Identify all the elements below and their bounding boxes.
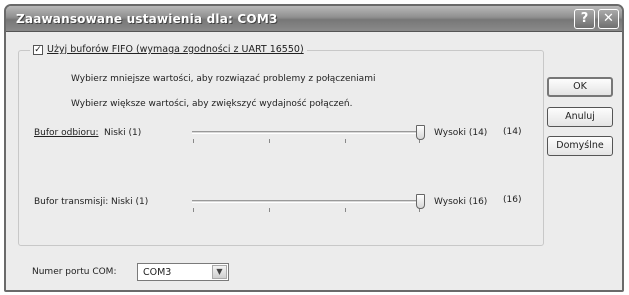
receive-tick: [269, 139, 270, 143]
title-bar[interactable]: Zaawansowane ustawienia dla: COM3 ? ✕: [6, 6, 622, 32]
fifo-checkbox-label[interactable]: Użyj buforów FIFO (wymaga zgodności z UA…: [47, 44, 304, 55]
receive-tick: [345, 139, 346, 143]
hint-lower-values: Wybierz mniejsze wartości, aby rozwiązać…: [71, 74, 376, 84]
receive-value: (14): [503, 127, 522, 137]
transmit-buffer-label: Bufor transmisji:: [34, 197, 109, 207]
help-icon: ?: [580, 11, 589, 26]
ok-button[interactable]: OK: [547, 77, 613, 97]
chevron-down-icon[interactable]: ▼: [212, 265, 227, 279]
com-port-value: COM3: [143, 267, 172, 278]
transmit-tick: [269, 208, 270, 212]
receive-slider-track[interactable]: [192, 131, 420, 134]
defaults-button[interactable]: Domyślne: [547, 136, 613, 156]
receive-min-label: Niski (1): [104, 128, 142, 138]
dialog-client: ✓ Użyj buforów FIFO (wymaga zgodności z …: [6, 32, 622, 290]
transmit-min-label: Niski (1): [111, 197, 149, 207]
fifo-checkbox[interactable]: ✓: [33, 44, 43, 55]
receive-max-label: Wysoki (14): [434, 128, 488, 138]
hint-higher-values: Wybierz większe wartości, aby zwiększyć …: [71, 99, 353, 109]
transmit-slider-thumb[interactable]: [415, 194, 425, 209]
receive-tick: [193, 139, 194, 143]
receive-slider-thumb[interactable]: [415, 125, 425, 140]
com-port-select[interactable]: COM3 ▼: [137, 263, 229, 281]
close-icon: ✕: [603, 11, 614, 26]
dialog-window: Zaawansowane ustawienia dla: COM3 ? ✕ ✓ …: [4, 4, 624, 292]
close-button[interactable]: ✕: [598, 9, 619, 29]
transmit-tick: [345, 208, 346, 212]
cancel-button[interactable]: Anuluj: [547, 107, 613, 127]
transmit-max-label: Wysoki (16): [434, 197, 488, 207]
help-button[interactable]: ?: [574, 9, 595, 29]
receive-buffer-label: Bufor odbioru:: [34, 128, 99, 138]
transmit-tick: [193, 208, 194, 212]
transmit-slider-track[interactable]: [192, 200, 420, 203]
com-port-label: Numer portu COM:: [32, 267, 117, 277]
transmit-value: (16): [503, 195, 522, 205]
fifo-checkbox-row[interactable]: ✓ Użyj buforów FIFO (wymaga zgodności z …: [30, 44, 307, 55]
window-title: Zaawansowane ustawienia dla: COM3: [16, 12, 278, 26]
